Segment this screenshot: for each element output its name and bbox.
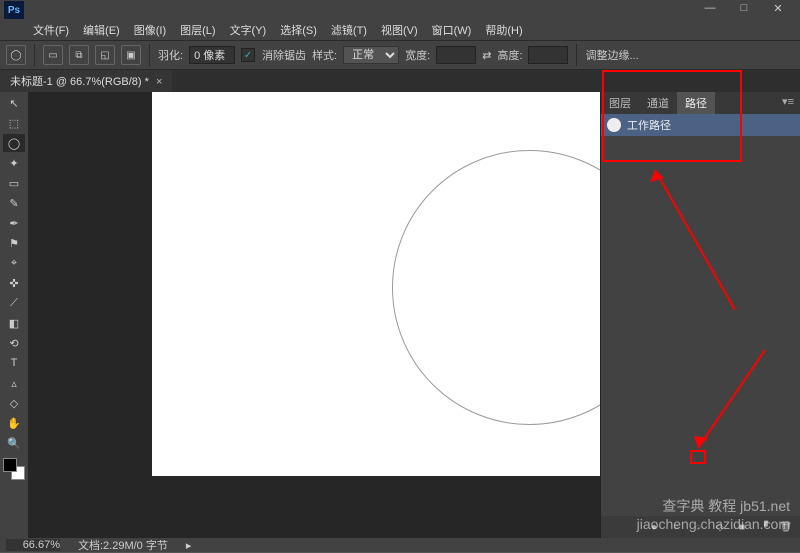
foreground-swatch[interactable] [3,458,17,472]
antialias-checkbox[interactable]: ✓ [241,48,255,62]
status-bar: 文档:2.29M/0 字节 ▸ [0,538,800,552]
height-input[interactable] [528,46,568,64]
swap-icon[interactable]: ⇄ [482,49,491,62]
new-selection-icon[interactable]: ▭ [43,45,63,65]
watermark: 查字典 教程 jb51.net jiaocheng.chazidian.com [637,496,790,532]
antialias-label: 消除锯齿 [262,47,306,63]
antialias-group: ✓ 消除锯齿 [241,47,306,63]
document-tab-title: 未标题-1 @ 66.7%(RGB/8) * [10,76,149,88]
document-tab[interactable]: 未标题-1 @ 66.7%(RGB/8) * × [0,70,172,92]
toolbox: ↖ ⬚ ◯ ✦ ▭ ✎ ✒ ⚑ ⌖ ✜ ⟋ ◧ ⟲ T ▵ ◇ ✋ 🔍 [0,92,28,538]
eyedropper-tool[interactable]: ✎ [3,194,25,212]
hand-tool[interactable]: ✋ [3,414,25,432]
document-canvas[interactable] [152,92,600,476]
ellipse-marquee-tool[interactable]: ◯ [3,134,25,152]
minimize-button[interactable]: — [696,2,724,18]
height-label: 高度: [497,47,522,63]
path-item[interactable]: 工作路径 [601,114,800,136]
annotation-arrow-2 [680,340,780,460]
menu-window[interactable]: 窗口(W) [427,21,477,39]
add-selection-icon[interactable]: ⧉ [69,45,89,65]
document-tab-bar: 未标题-1 @ 66.7%(RGB/8) * × [0,70,800,92]
document-info: 文档:2.29M/0 字节 [78,537,168,553]
subtract-selection-icon[interactable]: ◱ [95,45,115,65]
brush-tool[interactable]: ✒ [3,214,25,232]
shape-tool[interactable]: ◇ [3,394,25,412]
tab-paths[interactable]: 路径 [677,92,715,114]
document-tab-close-icon[interactable]: × [156,76,162,88]
type-tool[interactable]: T [3,354,25,372]
move-tool[interactable]: ↖ [3,94,25,112]
intersect-selection-icon[interactable]: ▣ [121,45,141,65]
zoom-tool[interactable]: 🔍 [3,434,25,452]
history-brush-tool[interactable]: ⌖ [3,254,25,272]
menu-select[interactable]: 选择(S) [275,21,322,39]
rect-marquee-tool[interactable]: ⬚ [3,114,25,132]
panel-tabs: 图层 通道 路径 ▾≡ [601,92,800,114]
menu-layer[interactable]: 图层(L) [175,21,220,39]
canvas-area[interactable] [28,92,600,538]
zoom-level-input[interactable] [6,539,60,551]
eraser-tool[interactable]: ✜ [3,274,25,292]
menu-file[interactable]: 文件(F) [28,21,74,39]
annotation-arrow-1 [640,160,750,320]
menu-help[interactable]: 帮助(H) [480,21,527,39]
menu-filter[interactable]: 滤镜(T) [326,21,372,39]
path-thumbnail [607,118,621,132]
dodge-tool[interactable]: ⟲ [3,334,25,352]
window-controls: — □ ✕ [696,2,800,18]
feather-label: 羽化: [158,47,183,63]
menu-view[interactable]: 视图(V) [376,21,423,39]
menu-type[interactable]: 文字(Y) [225,21,272,39]
tab-channels[interactable]: 通道 [639,92,677,114]
path-item-label: 工作路径 [627,117,671,133]
close-button[interactable]: ✕ [764,2,792,18]
style-label: 样式: [312,47,337,63]
status-expand-icon[interactable]: ▸ [186,539,192,552]
width-input[interactable] [436,46,476,64]
width-label: 宽度: [405,47,430,63]
app-logo: Ps [4,1,24,19]
style-select[interactable]: 正常 [343,46,399,64]
refine-edge-button[interactable]: 调整边缘... [585,47,638,63]
options-bar: ◯ ▭ ⧉ ◱ ▣ 羽化: ✓ 消除锯齿 样式: 正常 宽度: ⇄ 高度: 调整… [0,40,800,70]
lasso-tool[interactable]: ✦ [3,154,25,172]
pen-tool[interactable]: ▵ [3,374,25,392]
panel-menu-icon[interactable]: ▾≡ [776,92,800,114]
color-swatches[interactable] [3,458,25,480]
crop-tool[interactable]: ▭ [3,174,25,192]
stamp-tool[interactable]: ⚑ [3,234,25,252]
tab-layers[interactable]: 图层 [601,92,639,114]
title-bar: Ps — □ ✕ [0,0,800,20]
feather-input[interactable] [189,46,235,64]
menu-bar: 文件(F) 编辑(E) 图像(I) 图层(L) 文字(Y) 选择(S) 滤镜(T… [0,20,800,40]
menu-edit[interactable]: 编辑(E) [78,21,125,39]
tool-preset-icon[interactable]: ◯ [6,45,26,65]
blur-tool[interactable]: ◧ [3,314,25,332]
menu-image[interactable]: 图像(I) [129,21,171,39]
maximize-button[interactable]: □ [730,2,758,18]
gradient-tool[interactable]: ⟋ [3,294,25,312]
circle-work-path[interactable] [392,150,600,425]
